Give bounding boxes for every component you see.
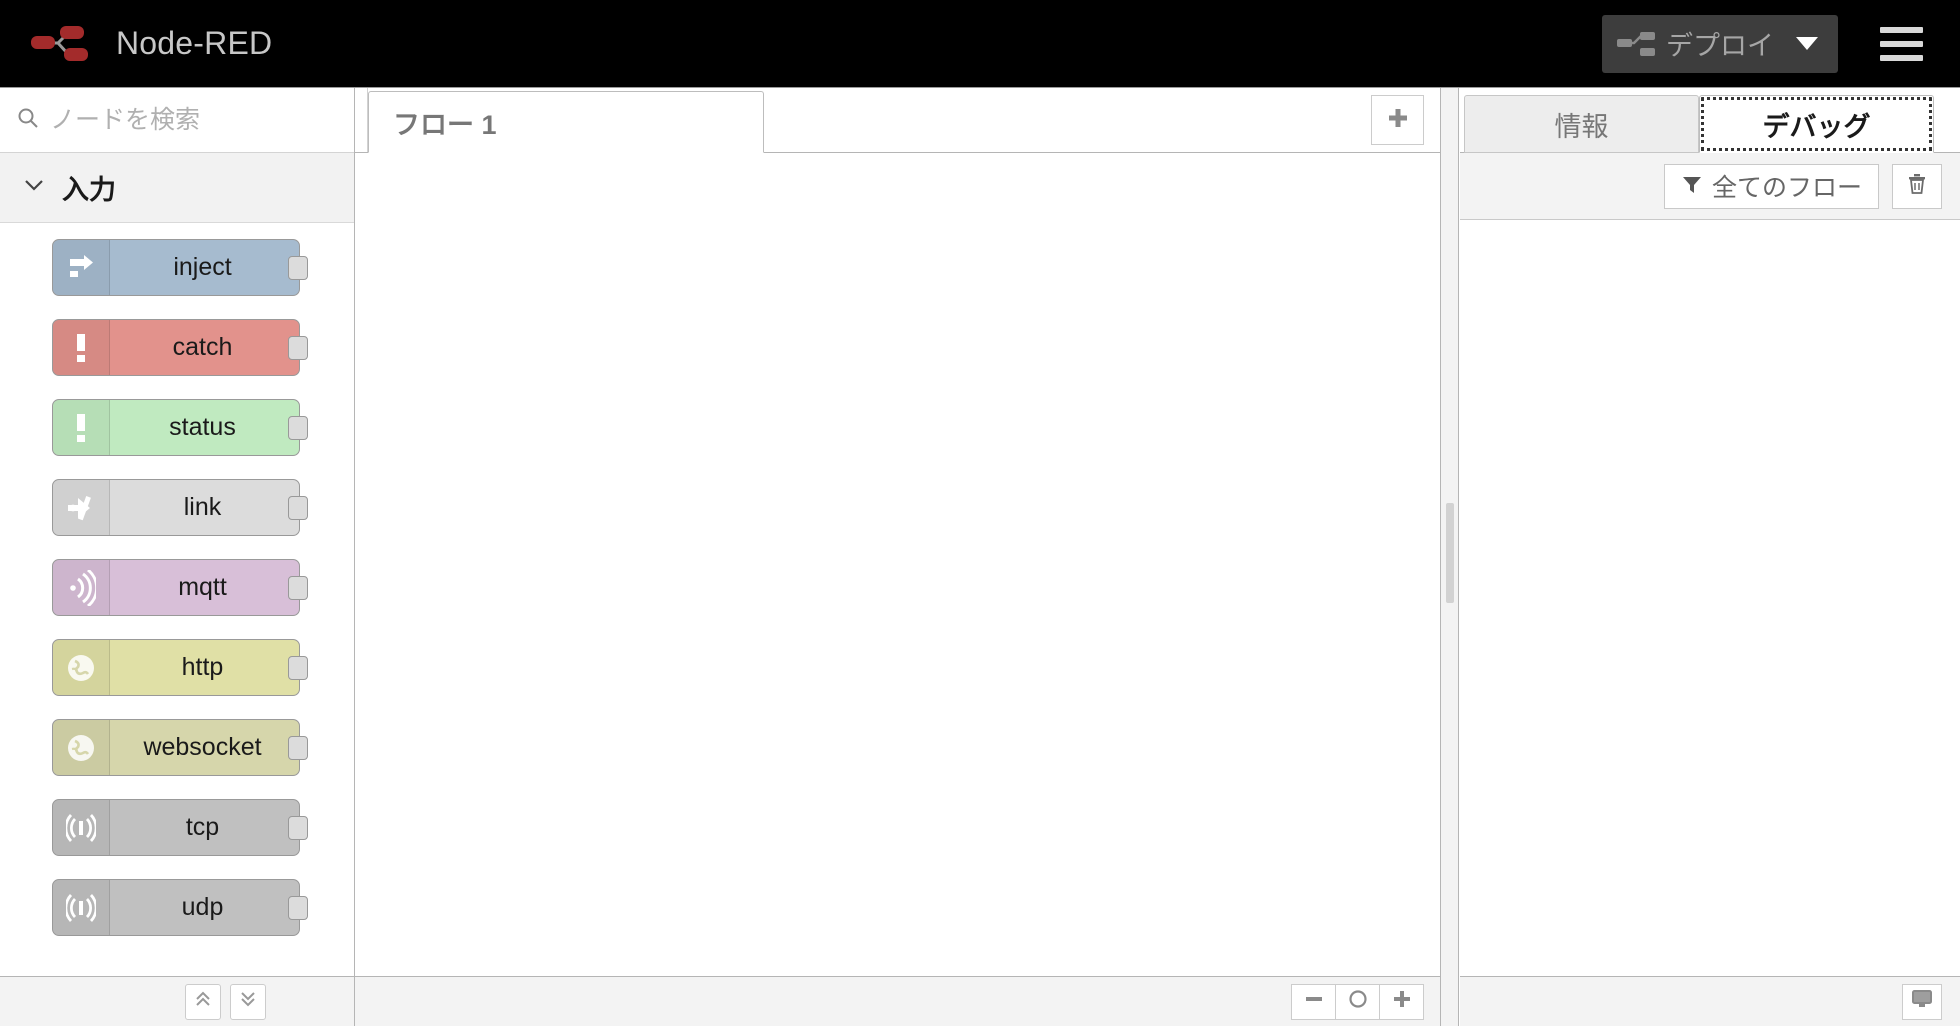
palette-node-catch[interactable]: catch — [52, 319, 308, 376]
double-chevron-up-icon — [192, 988, 214, 1015]
node-output-port[interactable] — [288, 816, 308, 840]
palette-footer — [0, 976, 354, 1026]
search-input[interactable] — [50, 105, 338, 135]
trash-icon — [1906, 172, 1928, 201]
brand-title: Node-RED — [116, 25, 273, 61]
add-flow-tab-button[interactable] — [1371, 95, 1424, 145]
palette-search-bar[interactable] — [0, 88, 354, 153]
plus-icon — [1391, 988, 1413, 1015]
palette-node-http[interactable]: http — [52, 639, 308, 696]
monitor-icon — [1910, 988, 1934, 1015]
globe-icon — [53, 720, 110, 775]
bidirectional-signal-icon — [53, 800, 110, 855]
palette-node-tcp[interactable]: tcp — [52, 799, 308, 856]
inject-arrow-icon — [53, 240, 110, 295]
tab-bar-spacer — [355, 88, 368, 152]
expand-all-button[interactable] — [230, 983, 266, 1020]
palette-node-label: mqtt — [178, 573, 227, 601]
node-palette: 入力 inject catch status link mqtt http websocke… — [0, 88, 355, 1026]
palette-node-inject[interactable]: inject — [52, 239, 308, 296]
palette-node-udp[interactable]: udp — [52, 879, 308, 936]
tab-debug[interactable]: デバッグ — [1699, 95, 1934, 153]
funnel-icon — [1681, 173, 1703, 200]
collapse-all-button[interactable] — [185, 983, 221, 1020]
deploy-node-icon — [1616, 29, 1658, 59]
palette-node-label: status — [169, 413, 236, 441]
zoom-out-button[interactable] — [1291, 983, 1336, 1020]
palette-node-label: catch — [172, 333, 233, 361]
debug-filter-label: 全てのフロー — [1711, 174, 1862, 202]
deploy-button[interactable]: デプロイ — [1602, 14, 1838, 73]
palette-node-label: link — [183, 493, 222, 521]
palette-category-input: 入力 inject catch status link mqtt http websocke… — [0, 153, 354, 936]
chevron-down-icon[interactable] — [1796, 37, 1818, 50]
circle-icon — [1347, 988, 1369, 1015]
exclamation-icon — [53, 400, 110, 455]
zoom-in-button[interactable] — [1379, 983, 1424, 1020]
hamburger-menu-icon[interactable] — [1864, 0, 1938, 88]
plus-icon — [1385, 105, 1411, 136]
node-output-port[interactable] — [288, 736, 308, 760]
palette-node-status[interactable]: status — [52, 399, 308, 456]
flow-workspace: フロー 1 — [355, 88, 1440, 1026]
palette-node-websocket[interactable]: websocket — [52, 719, 308, 776]
palette-node-label: http — [181, 653, 224, 681]
node-output-port[interactable] — [288, 256, 308, 280]
menu-bar-3 — [1879, 54, 1923, 61]
palette-node-label: inject — [173, 253, 232, 281]
app-header: Node-RED デプロイ — [0, 0, 1960, 88]
node-output-port[interactable] — [288, 656, 308, 680]
chevron-down-icon — [22, 177, 46, 198]
node-output-port[interactable] — [288, 416, 308, 440]
palette-node-label: websocket — [143, 733, 262, 761]
flow-canvas[interactable] — [355, 153, 1440, 976]
search-icon — [16, 106, 40, 135]
header-right-group: デプロイ — [1602, 0, 1960, 87]
sidebar-tab-bar: 情報 デバッグ — [1460, 88, 1960, 153]
signal-wave-icon — [53, 560, 110, 615]
palette-node-label: tcp — [185, 813, 220, 841]
workspace-scrollbar[interactable] — [1440, 88, 1459, 1026]
zoom-reset-button[interactable] — [1335, 983, 1380, 1020]
bidirectional-signal-icon — [53, 880, 110, 935]
globe-icon — [53, 640, 110, 695]
debug-clear-button[interactable] — [1892, 163, 1942, 209]
node-output-port[interactable] — [288, 896, 308, 920]
menu-bar-1 — [1879, 26, 1923, 33]
scrollbar-thumb[interactable] — [1446, 503, 1454, 603]
palette-scroll-area[interactable]: 入力 inject catch status link mqtt http websocke… — [0, 153, 354, 976]
tab-info[interactable]: 情報 — [1464, 95, 1699, 153]
minus-icon — [1303, 988, 1325, 1015]
flow-tab-bar: フロー 1 — [355, 88, 1440, 153]
deploy-label: デプロイ — [1666, 31, 1774, 61]
palette-category-label: 入力 — [62, 175, 116, 205]
double-chevron-down-icon — [237, 988, 259, 1015]
palette-node-mqtt[interactable]: mqtt — [52, 559, 308, 616]
link-arrow-icon — [53, 480, 110, 535]
palette-category-header[interactable]: 入力 — [0, 153, 354, 223]
menu-bar-2 — [1879, 40, 1923, 47]
node-output-port[interactable] — [288, 336, 308, 360]
exclamation-icon — [53, 320, 110, 375]
tab-info-label: 情報 — [1554, 111, 1609, 142]
node-red-logo-icon — [28, 22, 102, 66]
palette-node-label: udp — [181, 893, 224, 921]
flow-tab-active[interactable]: フロー 1 — [368, 91, 764, 153]
flow-tab-label: フロー 1 — [393, 109, 497, 140]
debug-window-button[interactable] — [1902, 983, 1942, 1020]
workspace-footer — [355, 976, 1440, 1026]
debug-message-list[interactable] — [1460, 220, 1960, 976]
brand: Node-RED — [0, 22, 272, 66]
node-output-port[interactable] — [288, 496, 308, 520]
node-output-port[interactable] — [288, 576, 308, 600]
palette-node-list: inject catch status link mqtt http websocket tc… — [0, 223, 354, 936]
palette-node-link[interactable]: link — [52, 479, 308, 536]
debug-filter-button[interactable]: 全てのフロー — [1663, 163, 1879, 209]
sidebar-footer — [1460, 976, 1960, 1026]
tab-debug-label: デバッグ — [1762, 111, 1871, 142]
debug-toolbar: 全てのフロー — [1460, 153, 1960, 220]
right-sidebar: 情報 デバッグ 全てのフロー — [1460, 88, 1960, 1026]
